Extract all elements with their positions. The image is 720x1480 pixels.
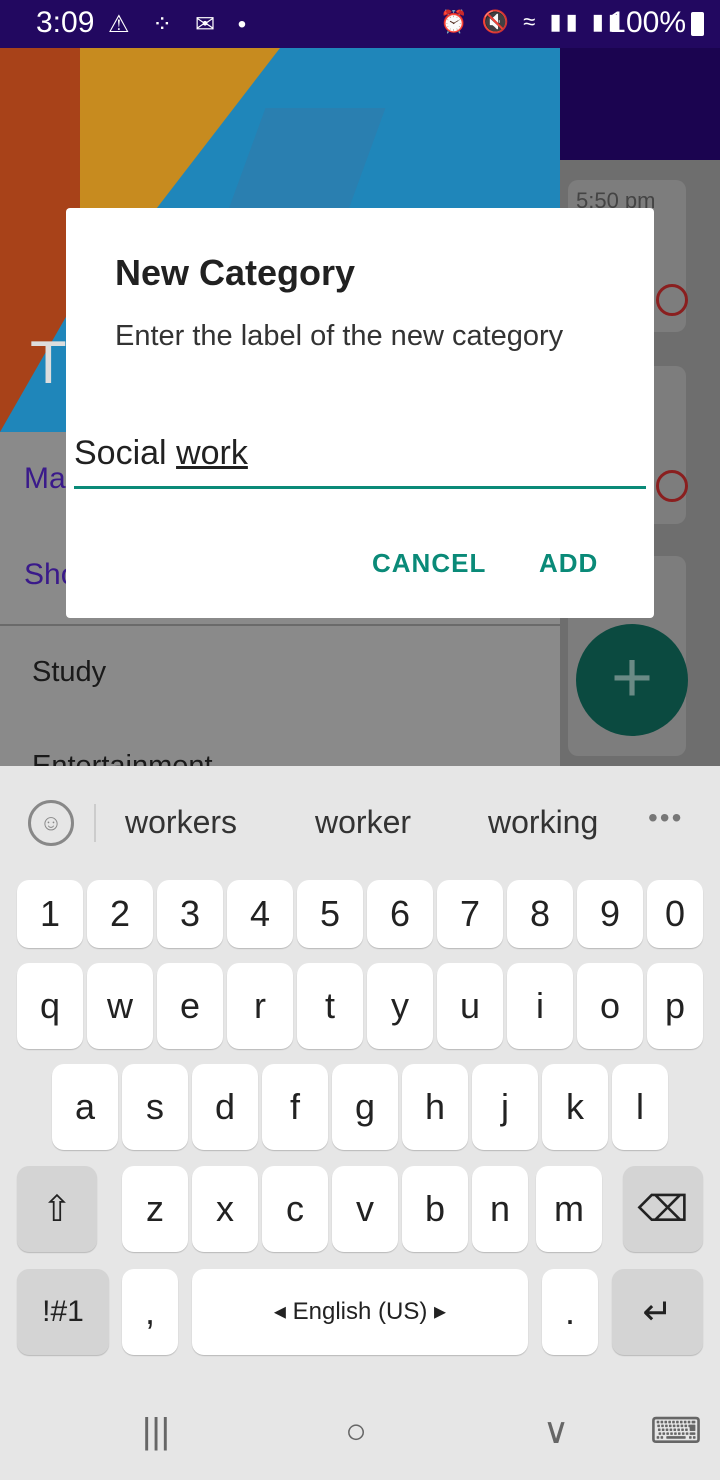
app-bar xyxy=(560,48,720,160)
battery-percent: 100% xyxy=(609,6,686,39)
drawer-link-manage[interactable]: Ma xyxy=(24,462,66,496)
key-z[interactable]: z xyxy=(122,1166,188,1252)
system-icons: ⏰ 🔇 ≈ ▮▮ ▮▮ xyxy=(440,9,624,34)
recents-icon[interactable]: ||| xyxy=(134,1410,178,1452)
key-a[interactable]: a xyxy=(52,1064,118,1150)
shift-key[interactable]: ⇧ xyxy=(17,1166,97,1252)
key-v[interactable]: v xyxy=(332,1166,398,1252)
key-8[interactable]: 8 xyxy=(507,880,573,948)
key-9[interactable]: 9 xyxy=(577,880,643,948)
suggestion-divider xyxy=(94,804,96,842)
add-fab-button[interactable]: + xyxy=(576,624,688,736)
dialog-message: Enter the label of the new category xyxy=(115,320,564,352)
home-icon[interactable]: ○ xyxy=(334,1410,378,1452)
key-s[interactable]: s xyxy=(122,1064,188,1150)
key-d[interactable]: d xyxy=(192,1064,258,1150)
key-n[interactable]: n xyxy=(472,1166,528,1252)
key-o[interactable]: o xyxy=(577,963,643,1049)
status-time: 3:09 xyxy=(36,6,95,39)
navigation-bar: ||| ○ ∨ ⌨ xyxy=(0,1380,720,1480)
key-f[interactable]: f xyxy=(262,1064,328,1150)
key-i[interactable]: i xyxy=(507,963,573,1049)
drawer-item-study[interactable]: Study xyxy=(32,656,106,689)
suggestion-item[interactable]: workers xyxy=(125,804,237,841)
dialog-title: New Category xyxy=(115,252,356,293)
key-l[interactable]: l xyxy=(612,1064,668,1150)
add-button[interactable]: ADD xyxy=(539,548,598,579)
battery-icon xyxy=(691,12,704,36)
status-bar: 3:09 ⚠ ⁘ ✉ • ⏰ 🔇 ≈ ▮▮ ▮▮ 100% xyxy=(0,0,720,48)
space-key[interactable]: ◂ English (US) ▸ xyxy=(192,1269,528,1355)
input-composing-text: work xyxy=(176,434,248,472)
key-1[interactable]: 1 xyxy=(17,880,83,948)
alarm-icon xyxy=(656,284,688,316)
key-m[interactable]: m xyxy=(536,1166,602,1252)
key-5[interactable]: 5 xyxy=(297,880,363,948)
key-k[interactable]: k xyxy=(542,1064,608,1150)
back-icon[interactable]: ∨ xyxy=(534,1410,578,1452)
key-c[interactable]: c xyxy=(262,1166,328,1252)
key-0[interactable]: 0 xyxy=(647,880,703,948)
key-3[interactable]: 3 xyxy=(157,880,223,948)
key-x[interactable]: x xyxy=(192,1166,258,1252)
cancel-button[interactable]: CANCEL xyxy=(372,548,486,579)
key-6[interactable]: 6 xyxy=(367,880,433,948)
key-j[interactable]: j xyxy=(472,1064,538,1150)
key-g[interactable]: g xyxy=(332,1064,398,1150)
suggestion-item[interactable]: worker xyxy=(315,804,411,841)
key-b[interactable]: b xyxy=(402,1166,468,1252)
backspace-key[interactable]: ⌫ xyxy=(623,1166,703,1252)
period-key[interactable]: . xyxy=(542,1269,598,1355)
key-r[interactable]: r xyxy=(227,963,293,1049)
new-category-dialog: New Category Enter the label of the new … xyxy=(66,208,654,618)
key-t[interactable]: t xyxy=(297,963,363,1049)
header-title: T xyxy=(30,329,67,396)
key-u[interactable]: u xyxy=(437,963,503,1049)
soft-keyboard: ☺ workers worker working ••• 1 2 3 4 5 6… xyxy=(0,766,720,1480)
suggestion-item[interactable]: working xyxy=(488,804,598,841)
category-label-input[interactable]: Social work xyxy=(74,434,646,489)
key-y[interactable]: y xyxy=(367,963,433,1049)
drawer-divider xyxy=(0,624,560,626)
key-p[interactable]: p xyxy=(647,963,703,1049)
key-2[interactable]: 2 xyxy=(87,880,153,948)
enter-key[interactable]: ↵ xyxy=(612,1269,703,1355)
comma-key[interactable]: , xyxy=(122,1269,178,1355)
notification-icons: ⚠ ⁘ ✉ • xyxy=(108,11,255,38)
key-h[interactable]: h xyxy=(402,1064,468,1150)
key-4[interactable]: 4 xyxy=(227,880,293,948)
keyboard-hide-icon[interactable]: ⌨ xyxy=(650,1410,702,1452)
key-w[interactable]: w xyxy=(87,963,153,1049)
more-icon[interactable]: ••• xyxy=(648,802,683,834)
alarm-icon xyxy=(656,470,688,502)
key-e[interactable]: e xyxy=(157,963,223,1049)
input-text: Social xyxy=(74,434,177,472)
symbols-key[interactable]: !#1 xyxy=(17,1269,109,1355)
key-q[interactable]: q xyxy=(17,963,83,1049)
suggestion-bar: ☺ workers worker working ••• xyxy=(0,766,720,866)
key-7[interactable]: 7 xyxy=(437,880,503,948)
emoji-icon[interactable]: ☺ xyxy=(28,800,74,846)
